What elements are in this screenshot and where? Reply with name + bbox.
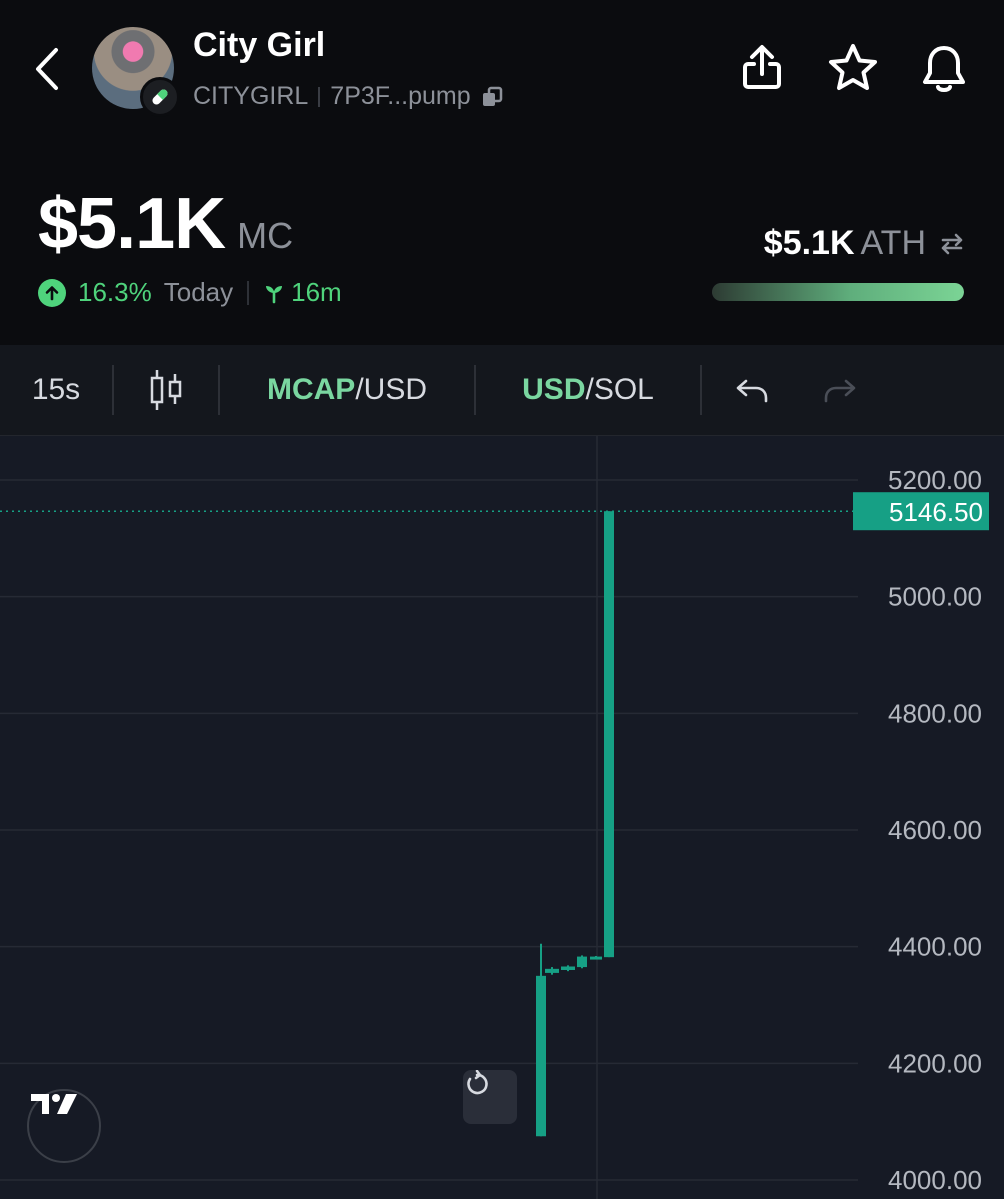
tradingview-logo[interactable] [27,1089,101,1163]
y-tick-label: 4600.00 [888,815,982,845]
interval-button[interactable]: 15s [0,345,112,435]
ath-progress-fill [712,283,964,301]
usd-sol-toggle[interactable]: USD/SOL [476,345,700,435]
token-age: 16m [263,277,342,308]
market-cap-unit: MC [237,215,294,256]
candle-body [536,975,546,1137]
candle-body [577,956,587,968]
tradingview-logo-icon [31,1094,77,1114]
y-tick-label: 4800.00 [888,698,982,728]
token-header: City Girl CITYGIRL 7P3F...pump $5.1K MC … [0,0,1004,345]
sprout-icon [266,285,283,303]
candle-body [604,511,614,958]
star-icon[interactable] [825,40,881,96]
bell-icon[interactable] [916,40,972,96]
y-tick-label: 4200.00 [888,1048,982,1078]
back-chevron-icon[interactable] [28,44,68,94]
price-change: 16.3% Today 16m [38,277,342,308]
copy-icon[interactable] [481,86,503,108]
ath-display: $5.1K ATH [764,224,966,263]
ath-progress-bar [712,283,964,301]
redo-icon[interactable] [802,345,878,435]
undo-icon[interactable] [702,345,802,435]
candles-icon[interactable] [114,345,218,435]
candle-body [545,968,559,973]
usd-label: USD [522,373,586,406]
share-icon[interactable] [734,40,790,96]
arrow-up-circle-icon [38,278,66,307]
token-ticker: CITYGIRL [193,82,309,110]
candle-body [561,966,575,970]
ath-label: ATH [860,224,926,262]
y-tick-label: 4400.00 [888,932,982,962]
usd-unit: /SOL [585,373,654,406]
token-name: City Girl [193,26,326,64]
ath-value: $5.1K [763,224,855,262]
market-cap-value: $5.1K [38,184,226,264]
token-address[interactable]: 7P3F...pump [330,82,470,111]
y-tick-label: 5200.00 [888,465,982,495]
y-tick-label: 4000.00 [888,1165,982,1195]
candle-body [590,956,602,960]
y-tick-label: 5000.00 [888,582,982,612]
mcap-label: MCAP [266,373,356,406]
mcap-unit: /USD [355,373,428,406]
reset-chart-button[interactable] [463,1070,517,1124]
pill-icon [140,77,180,117]
change-period: Today [163,277,234,307]
change-percent: 16.3% [78,277,152,307]
swap-icon[interactable] [938,230,966,258]
price-chart[interactable]: 5200.00 5000.00 4800.00 4600.00 4400.00 4200.… [0,436,1004,1199]
token-age-value: 16m [291,277,342,307]
mcap-usd-toggle[interactable]: MCAP/USD [220,345,474,435]
divider [247,280,250,305]
chart-toolbar: 15s MCAP/USD USD/SOL [0,345,1004,436]
token-subtitle: CITYGIRL 7P3F...pump [193,82,503,111]
refresh-icon [467,1070,488,1095]
last-price-label: 5146.50 [889,497,983,527]
divider [318,86,321,107]
market-cap: $5.1K MC [38,183,293,265]
